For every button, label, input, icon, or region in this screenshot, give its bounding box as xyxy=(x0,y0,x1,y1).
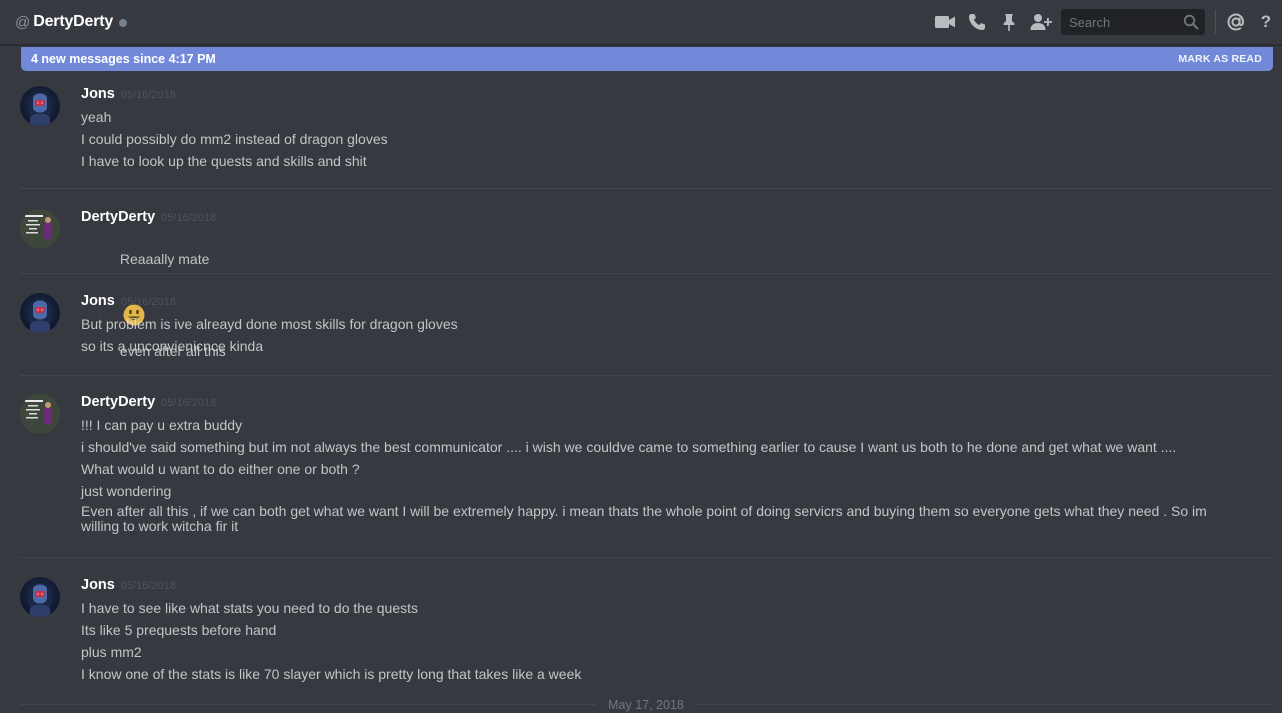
smiley-emoji xyxy=(123,268,145,326)
search-icon xyxy=(1183,14,1199,35)
status-indicator xyxy=(119,19,128,27)
message-divider xyxy=(20,273,1272,274)
message-divider xyxy=(20,557,1272,558)
avatar-image xyxy=(28,93,52,126)
message-body: Jons 05/16/2018 But problem is ive alrea… xyxy=(81,293,1272,355)
avatar[interactable] xyxy=(20,209,60,249)
message-text: just wondering xyxy=(81,483,172,499)
message-author[interactable]: DertyDerty xyxy=(81,394,155,410)
message-author[interactable]: Jons xyxy=(81,577,115,593)
message-text: What would u want to do either one or bo… xyxy=(81,461,360,477)
header-divider xyxy=(1215,10,1216,34)
dm-username[interactable]: DertyDerty xyxy=(33,13,113,31)
message-text: Even after all this , if we can both get… xyxy=(81,503,1207,534)
search-bar[interactable] xyxy=(1061,9,1205,35)
message-text: yeah xyxy=(81,109,112,125)
pin-icon[interactable] xyxy=(997,10,1021,34)
message-text: Its like 5 prequests before hand xyxy=(81,622,277,638)
header-toolbar: ? xyxy=(933,0,1282,44)
message-divider xyxy=(20,375,1272,376)
message-text: But problem is ive alreayd done most ski… xyxy=(81,316,458,332)
message-text: !!! I can pay u extra buddy xyxy=(81,417,243,433)
message-body: DertyDerty 05/16/2018 !!! I can pay u ex… xyxy=(81,394,1272,534)
message-header: Jons 05/16/2018 xyxy=(81,577,1272,597)
message-text: so its a unconvienicnce kinda xyxy=(81,338,264,354)
avatar-image xyxy=(20,209,60,249)
search-input[interactable] xyxy=(1067,13,1181,31)
avatar[interactable] xyxy=(20,577,60,617)
message-list: Jons 05/16/2018 yeah I could possibly do… xyxy=(0,72,1282,713)
date-separator-line xyxy=(696,704,1272,705)
avatar-image xyxy=(20,394,60,434)
avatar-image xyxy=(28,300,52,333)
message-author[interactable]: Jons xyxy=(81,293,115,309)
new-messages-text: 4 new messages since 4:17 PM xyxy=(31,52,216,66)
message-text: I have to see like what stats you need t… xyxy=(81,600,418,616)
message-header: DertyDerty 05/16/2018 xyxy=(81,394,1272,414)
message-author[interactable]: Jons xyxy=(81,86,115,102)
message-header: DertyDerty 05/16/2018 xyxy=(81,209,1272,229)
mark-as-read-button[interactable]: MARK AS READ xyxy=(1178,53,1262,65)
message-timestamp: 05/16/2018 xyxy=(120,296,176,308)
message-timestamp: 05/16/2018 xyxy=(120,89,176,101)
avatar[interactable] xyxy=(20,293,60,333)
date-separator: May 17, 2018 xyxy=(20,696,1272,713)
dm-window: @ DertyDerty Search ? 4 new messages sin… xyxy=(0,0,1282,713)
help-icon[interactable]: ? xyxy=(1254,10,1278,34)
message-divider xyxy=(20,188,1272,189)
voice-call-icon[interactable] xyxy=(965,10,989,34)
date-separator-line xyxy=(20,704,596,705)
message-text: I have to look up the quests and skills … xyxy=(81,153,367,169)
mention-icon[interactable] xyxy=(1224,10,1248,34)
new-messages-bar[interactable]: 4 new messages since 4:17 PM MARK AS REA… xyxy=(21,47,1273,71)
add-friend-icon[interactable] xyxy=(1029,10,1053,34)
message-text: i should've said something but im not al… xyxy=(81,439,1177,455)
message-header: Jons 05/16/2018 xyxy=(81,86,1272,106)
avatar-image xyxy=(28,584,52,617)
message-timestamp: 05/16/2018 xyxy=(161,397,217,409)
video-call-icon[interactable] xyxy=(933,10,957,34)
avatar[interactable] xyxy=(20,86,60,126)
message-text-segment: Reaaally mate xyxy=(119,251,210,267)
message-timestamp: 05/16/2018 xyxy=(161,212,217,224)
message-text: I could possibly do mm2 instead of drago… xyxy=(81,131,388,147)
message-body: Jons 05/16/2018 yeah I could possibly do… xyxy=(81,86,1272,170)
message-author[interactable]: DertyDerty xyxy=(81,209,155,225)
date-separator-text: May 17, 2018 xyxy=(608,698,684,712)
message-timestamp: 05/16/2018 xyxy=(120,580,176,592)
message-body: Jons 05/16/2018 I have to see like what … xyxy=(81,577,1272,683)
channel-header: @ DertyDerty Search ? xyxy=(0,0,1282,45)
message-text: plus mm2 xyxy=(81,644,142,660)
message-text: I know one of the stats is like 70 slaye… xyxy=(81,666,582,682)
avatar[interactable] xyxy=(20,394,60,434)
at-icon: @ xyxy=(15,13,31,31)
message-header: Jons 05/16/2018 xyxy=(81,293,1272,313)
